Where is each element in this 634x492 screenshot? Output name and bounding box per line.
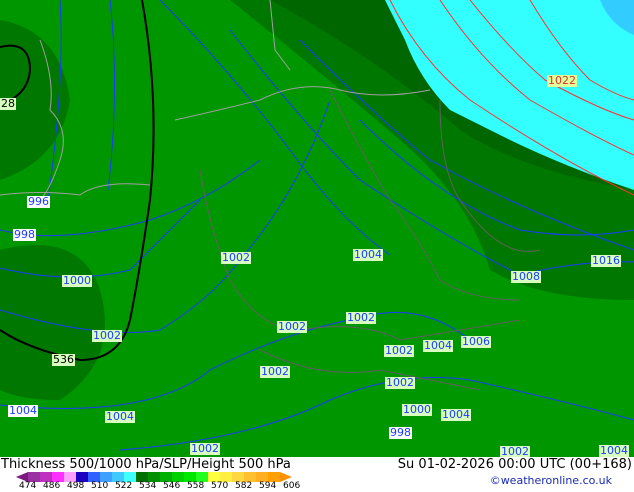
map-label: 1002 [346,311,376,324]
map-label: 1000 [62,274,92,287]
map-label: 1004 [441,408,471,421]
footer: Thickness 500/1000 hPa/SLP/Height 500 hP… [0,457,634,492]
map-label: 1002 [260,365,290,378]
valid-time: Su 01-02-2026 00:00 UTC (00+168) [397,457,632,472]
map-label: 1002 [384,344,414,357]
map-label: 1006 [461,335,491,348]
map-label: 28 [0,97,16,110]
map-label: 1002 [190,442,220,455]
map-label: 1008 [511,270,541,283]
map-label: 996 [27,195,50,208]
map-label: 1004 [599,444,629,457]
map-label: 1002 [221,251,251,264]
map-label: 1002 [92,329,122,342]
map-label: 536 [52,353,75,366]
map-label: 1004 [353,248,383,261]
map-label: 1000 [402,403,432,416]
map-label: 1016 [591,254,621,267]
colorbar-ticks: 474 486 498 510 522 534 546 558 570 582 594 606 [0,482,330,492]
map-label: 1002 [385,376,415,389]
map-title: Thickness 500/1000 hPa/SLP/Height 500 hP… [1,457,291,472]
map-label: 998 [389,426,412,439]
weather-map[interactable]: 28 996 998 1000 1002 536 1004 1004 1002 … [0,0,634,458]
map-label: 1004 [423,339,453,352]
map-label: 1022 [547,74,577,87]
map-label: 1004 [8,404,38,417]
credit-link[interactable]: ©weatheronline.co.uk [490,474,612,487]
map-label: 1002 [277,320,307,333]
map-label: 1004 [105,410,135,423]
map-canvas [0,0,634,457]
map-label: 998 [13,228,36,241]
